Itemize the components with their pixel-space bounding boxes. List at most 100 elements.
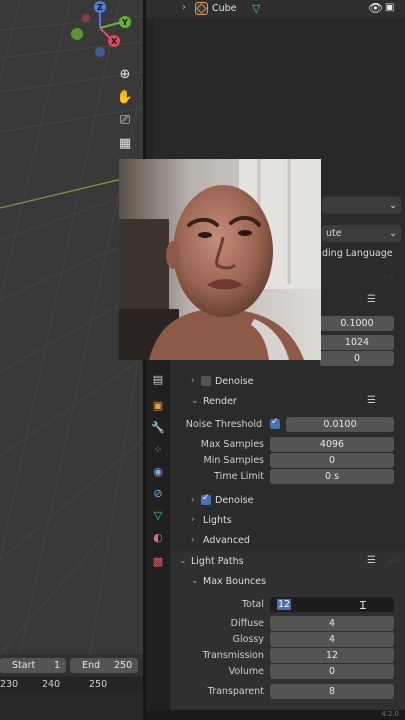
volume-row: Volume 0	[172, 663, 401, 681]
max-samples-field[interactable]: 4096	[270, 437, 394, 452]
total-bounces-row: Total 12 Ɪ	[172, 596, 401, 614]
frame-ruler[interactable]: 230 240 250	[0, 676, 143, 694]
material-icon[interactable]: ◐	[150, 529, 166, 545]
viewport-denoise-checkbox[interactable]	[201, 376, 211, 386]
denoise-subpanel[interactable]: › Denoise	[172, 492, 401, 510]
navigation-gizmo[interactable]: Z Y X	[66, 0, 138, 62]
camera-view-icon[interactable]: ⎚	[113, 110, 137, 130]
gizmo-y-label: Y	[121, 18, 128, 27]
mesh-data-tab-icon[interactable]: ▽	[150, 507, 166, 523]
timeline-track[interactable]	[0, 694, 143, 720]
start-value: 1	[54, 660, 61, 671]
shading-language-label: ding Language	[322, 248, 393, 259]
advanced-label: Advanced	[203, 535, 250, 546]
viewport-nav-buttons: ⊕ ✋ ⎚ ▦	[113, 64, 139, 156]
viewport-denoise-subpanel[interactable]: › Denoise	[172, 373, 401, 391]
chevron-down-icon: ⌄	[389, 228, 397, 239]
volume-field[interactable]: 0	[270, 664, 394, 679]
transmission-field[interactable]: 12	[270, 648, 394, 663]
render-subpanel-label: Render	[203, 396, 237, 407]
perspective-grid-icon[interactable]: ▦	[113, 133, 137, 153]
wrench-icon[interactable]: 🔧	[150, 419, 166, 435]
glossy-label: Glossy	[232, 634, 264, 645]
gizmo-x-label: X	[111, 37, 118, 46]
denoise-checkbox[interactable]	[201, 493, 211, 505]
lights-subpanel[interactable]: › Lights	[172, 512, 401, 530]
noise-threshold-field[interactable]: 0.0100	[286, 417, 394, 432]
volume-label: Volume	[228, 666, 264, 677]
ruler-tick-label: 240	[42, 679, 61, 690]
chevron-down-icon: ⌄	[191, 396, 199, 406]
timeline: Start 1 End 250 230 240 250	[0, 654, 143, 720]
time-limit-row: Time Limit 0 s	[172, 468, 401, 486]
noise-threshold-label: Noise Threshold	[185, 419, 262, 430]
glossy-field[interactable]: 4	[270, 632, 394, 647]
man-photo-illustration	[119, 159, 321, 360]
outliner-row-cube[interactable]: › Cube ▽ 👁 ▣	[146, 0, 405, 18]
transparent-label: Transparent	[207, 686, 264, 697]
time-limit-label: Time Limit	[214, 471, 264, 482]
min-samples-field[interactable]: 0	[270, 453, 394, 468]
end-frame-field[interactable]: End 250	[70, 658, 138, 673]
start-frame-field[interactable]: Start 1	[0, 658, 66, 673]
grip-icon: ⁘⁘	[382, 273, 396, 282]
diffuse-label: Diffuse	[230, 618, 264, 629]
version-text: 4.2.0	[381, 710, 399, 718]
advanced-subpanel[interactable]: › Advanced	[172, 532, 401, 550]
object-properties-icon[interactable]: ▣	[150, 397, 166, 413]
light-paths-header[interactable]: ⌄ Light Paths ☰ ⁘⁘	[172, 553, 401, 571]
device-field-text: ute	[326, 228, 342, 239]
gizmo-z-label: Z	[97, 3, 103, 12]
text-cursor-icon: Ɪ	[359, 599, 366, 612]
ruler-tick-label: 230	[0, 679, 19, 690]
texture-icon[interactable]: ▩	[150, 553, 166, 569]
list-menu-icon[interactable]: ☰	[367, 294, 376, 305]
top-dropdown[interactable]: ⌄	[322, 197, 401, 214]
transmission-label: Transmission	[202, 650, 264, 661]
chevron-right-icon: ›	[191, 495, 195, 505]
camera-icon[interactable]: ▣	[385, 2, 394, 13]
object-name: Cube	[212, 3, 237, 14]
list-menu-icon[interactable]: ☰	[367, 395, 376, 406]
end-value: 250	[114, 660, 133, 671]
tool-icon[interactable]: ▤	[150, 371, 166, 387]
max-bounces-header[interactable]: ⌄ Max Bounces	[172, 573, 401, 591]
viewport-denoise-label: Denoise	[215, 376, 254, 387]
render-subpanel-header[interactable]: ⌄ Render ☰	[172, 393, 401, 411]
total-bounces-field[interactable]: 12 Ɪ	[270, 597, 394, 612]
grip-icon[interactable]: ⁘⁘	[387, 556, 400, 565]
status-bar: 4.2.0	[146, 710, 405, 720]
ruler-tick-label: 250	[89, 679, 108, 690]
noise-threshold-row: Noise Threshold 0.0100	[172, 416, 401, 434]
viewport-noise-threshold[interactable]: 0.1000	[320, 316, 394, 331]
object-icon	[195, 2, 208, 15]
device-dropdown[interactable]: ute ⌄	[322, 225, 401, 242]
total-bounces-selected-text: 12	[277, 599, 292, 610]
diffuse-field[interactable]: 4	[270, 616, 394, 631]
physics-icon[interactable]: ◉	[150, 463, 166, 479]
start-label: Start	[12, 660, 36, 671]
end-label: End	[82, 660, 101, 671]
min-samples-label: Min Samples	[203, 455, 264, 466]
hand-pan-icon[interactable]: ✋	[113, 87, 137, 107]
transparent-row: Transparent 8	[172, 683, 401, 701]
eye-icon[interactable]: 👁	[368, 1, 383, 15]
chevron-down-icon: ⌄	[389, 200, 397, 211]
noise-threshold-checkbox[interactable]	[270, 417, 280, 429]
zoom-icon[interactable]: ⊕	[113, 64, 137, 84]
chevron-right-icon: ›	[191, 376, 195, 386]
chevron-right-icon: ›	[191, 535, 195, 545]
denoise-label: Denoise	[215, 495, 254, 506]
total-label: Total	[241, 599, 264, 610]
viewport-max-samples[interactable]: 1024	[320, 335, 394, 350]
max-samples-label: Max Samples	[200, 439, 264, 450]
time-limit-field[interactable]: 0 s	[270, 469, 394, 484]
transparent-field[interactable]: 8	[270, 684, 394, 699]
chevron-right-icon[interactable]: ›	[182, 2, 186, 13]
viewport-min-samples[interactable]: 0	[320, 351, 394, 366]
constraints-icon[interactable]: ⊘	[150, 485, 166, 501]
list-menu-icon[interactable]: ☰	[367, 555, 376, 566]
particles-icon[interactable]: ⁘	[150, 441, 166, 457]
chevron-down-icon: ⌄	[179, 556, 187, 566]
light-paths-label: Light Paths	[191, 556, 244, 567]
